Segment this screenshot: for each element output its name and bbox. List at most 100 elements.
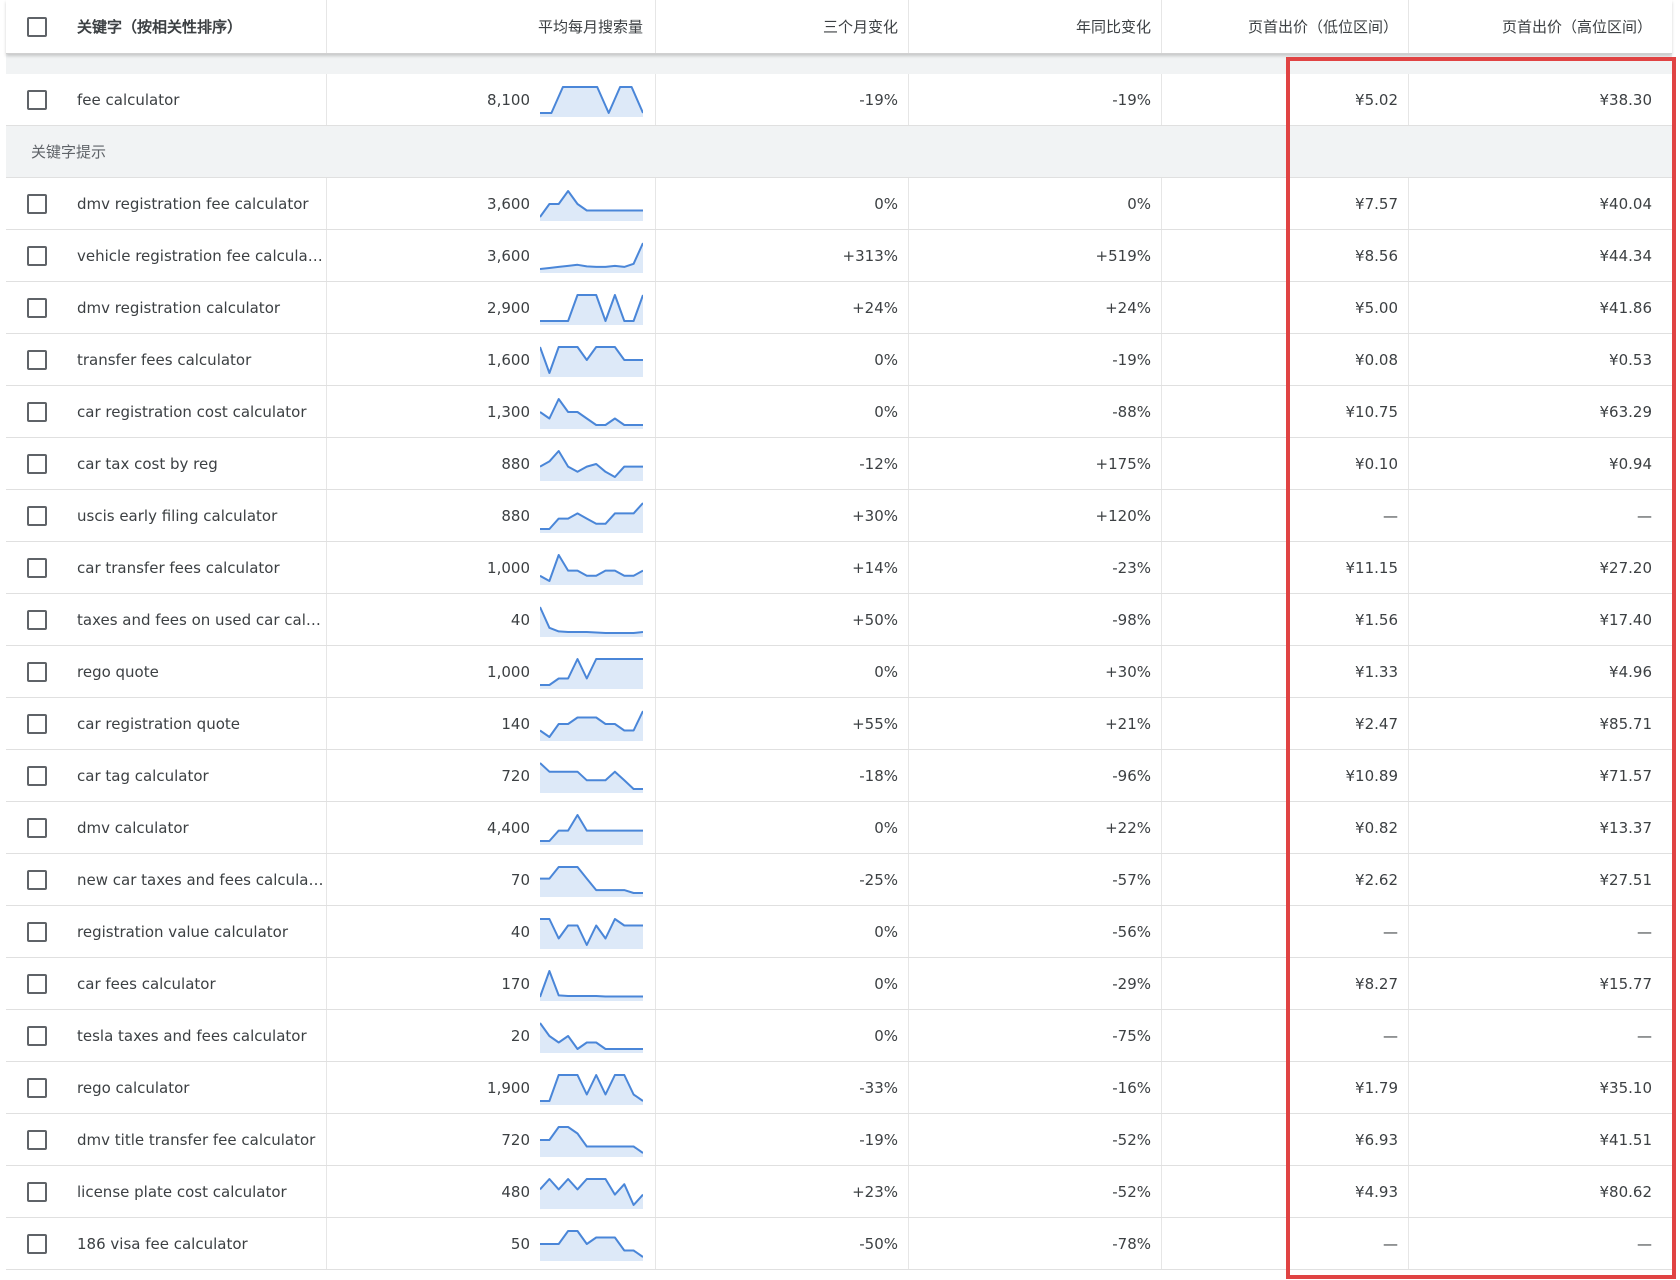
- keyword-text: vehicle registration fee calculator: [77, 247, 325, 265]
- table-row[interactable]: car transfer fees calculator 1,000 +14% -23…: [6, 542, 1672, 594]
- row-checkbox[interactable]: [27, 245, 47, 266]
- avg-monthly-value: 140: [501, 714, 530, 733]
- table-row[interactable]: fee calculator 8,100 -19% -19% ¥5.02 ¥38…: [6, 74, 1672, 126]
- row-checkbox[interactable]: [27, 89, 47, 110]
- avg-monthly-cell: 1,000: [326, 646, 656, 697]
- avg-monthly-cell: 1,600: [326, 334, 656, 385]
- sparkline-area: [540, 658, 643, 689]
- table-row[interactable]: dmv title transfer fee calculator 720 -19%…: [6, 1114, 1672, 1166]
- header-bid-low[interactable]: 页首出价（低位区间）: [1162, 0, 1409, 53]
- row-checkbox[interactable]: [27, 1129, 47, 1150]
- table-row[interactable]: rego quote 1,000 0% +30% ¥1.33 ¥4.96: [6, 646, 1672, 698]
- row-checkbox[interactable]: [27, 609, 47, 630]
- row-checkbox[interactable]: [27, 193, 47, 214]
- row-checkbox[interactable]: [27, 557, 47, 578]
- trend-sparkline: [540, 1073, 643, 1105]
- trend-sparkline: [540, 293, 643, 325]
- table-row[interactable]: car registration cost calculator 1,300 0% -…: [6, 386, 1672, 438]
- table-row[interactable]: tesla taxes and fees calculator 20 0% -75% —…: [6, 1010, 1672, 1062]
- avg-monthly-value: 40: [510, 922, 530, 941]
- row-checkbox-cell: [6, 178, 68, 229]
- avg-monthly-cell: 50: [326, 1218, 656, 1269]
- bid-low-value: ¥1.33: [1162, 646, 1409, 697]
- bid-low-value: ¥10.75: [1162, 386, 1409, 437]
- three-month-change: 0%: [656, 958, 909, 1009]
- avg-monthly-value: 170: [501, 974, 530, 993]
- avg-monthly-value: 1,900: [487, 1078, 530, 1097]
- keyword-text: rego quote: [77, 663, 159, 681]
- row-checkbox[interactable]: [27, 973, 47, 994]
- row-checkbox[interactable]: [27, 1181, 47, 1202]
- bid-high-value: ¥41.86: [1599, 298, 1653, 317]
- row-checkbox[interactable]: [27, 297, 47, 318]
- avg-monthly-value: 2,900: [487, 298, 530, 317]
- table-row[interactable]: taxes and fees on used car calc... 40 +50%…: [6, 594, 1672, 646]
- row-checkbox[interactable]: [27, 505, 47, 526]
- table-row[interactable]: car fees calculator 170 0% -29% ¥8.27 ¥15.77: [6, 958, 1672, 1010]
- trend-sparkline: [540, 710, 643, 741]
- keyword-text: car registration quote: [77, 715, 241, 733]
- yoy-change: +22%: [909, 802, 1162, 853]
- header-three-month-change[interactable]: 三个月变化: [656, 0, 909, 53]
- avg-monthly-value: 880: [501, 454, 530, 473]
- bid-high-value: ¥35.10: [1599, 1078, 1653, 1097]
- bid-high-value: ¥13.37: [1599, 818, 1653, 837]
- header-bid-high[interactable]: 页首出价（高位区间）: [1409, 0, 1672, 53]
- keyword-text: license plate cost calculator: [77, 1183, 287, 1201]
- table-row[interactable]: car registration quote 140 +55% +21% ¥2.47 ¥8…: [6, 698, 1672, 750]
- bid-high-value: ¥44.34: [1599, 246, 1653, 265]
- table-row[interactable]: transfer fees calculator 1,600 0% -19% ¥0.08…: [6, 334, 1672, 386]
- table-row[interactable]: rego calculator 1,900 -33% -16% ¥1.79 ¥35.10: [6, 1062, 1672, 1114]
- trend-sparkline: [540, 813, 643, 845]
- row-checkbox[interactable]: [27, 401, 47, 422]
- table-row[interactable]: registration value calculator 40 0% -56% — —: [6, 906, 1672, 958]
- row-checkbox-cell: [6, 1062, 68, 1113]
- table-row[interactable]: uscis early filing calculator 880 +30% +120…: [6, 490, 1672, 542]
- row-checkbox[interactable]: [27, 1025, 47, 1046]
- header-keyword[interactable]: 关键字（按相关性排序）: [77, 0, 325, 53]
- table-row[interactable]: vehicle registration fee calculator 3,600…: [6, 230, 1672, 282]
- row-checkbox[interactable]: [27, 765, 47, 786]
- avg-monthly-value: 50: [510, 1234, 530, 1253]
- yoy-change: -29%: [909, 958, 1162, 1009]
- bid-low-value: ¥4.93: [1162, 1166, 1409, 1217]
- table-row[interactable]: car tag calculator 720 -18% -96% ¥10.89 ¥71.5…: [6, 750, 1672, 802]
- row-checkbox[interactable]: [27, 1233, 47, 1254]
- bid-high-value: ¥40.04: [1599, 194, 1653, 213]
- row-checkbox[interactable]: [27, 869, 47, 890]
- row-checkbox[interactable]: [27, 349, 47, 370]
- row-checkbox[interactable]: [27, 817, 47, 838]
- select-all-checkbox[interactable]: [27, 16, 47, 37]
- row-checkbox[interactable]: [27, 661, 47, 682]
- table-row[interactable]: license plate cost calculator 480 +23% -52%…: [6, 1166, 1672, 1218]
- trend-sparkline: [540, 242, 643, 273]
- table-row[interactable]: new car taxes and fees calculator 70 -25% -…: [6, 854, 1672, 906]
- avg-monthly-value: 720: [501, 766, 530, 785]
- table-row[interactable]: dmv calculator 4,400 0% +22% ¥0.82 ¥13.37: [6, 802, 1672, 854]
- header-yoy-change[interactable]: 年同比变化: [909, 0, 1162, 53]
- row-checkbox[interactable]: [27, 713, 47, 734]
- avg-monthly-cell: 3,600: [326, 178, 656, 229]
- bid-low-value: ¥0.08: [1162, 334, 1409, 385]
- bid-high-value: ¥4.96: [1609, 662, 1652, 681]
- yoy-change: -52%: [909, 1166, 1162, 1217]
- avg-monthly-cell: 1,000: [326, 542, 656, 593]
- bid-low-value: —: [1162, 906, 1409, 957]
- keyword-text: dmv registration fee calculator: [77, 195, 309, 213]
- table-row[interactable]: car tax cost by reg 880 -12% +175% ¥0.10 ¥0.9…: [6, 438, 1672, 490]
- row-checkbox[interactable]: [27, 921, 47, 942]
- yoy-change: -19%: [909, 334, 1162, 385]
- row-checkbox[interactable]: [27, 1077, 47, 1098]
- table-row[interactable]: 186 visa fee calculator 50 -50% -78% — —: [6, 1218, 1672, 1270]
- avg-monthly-value: 1,300: [487, 402, 530, 421]
- table-row[interactable]: dmv registration calculator 2,900 +24% +24%…: [6, 282, 1672, 334]
- avg-monthly-cell: 40: [326, 906, 656, 957]
- trend-sparkline: [540, 1229, 643, 1261]
- row-checkbox[interactable]: [27, 453, 47, 474]
- header-avg-monthly[interactable]: 平均每月搜索量: [326, 0, 656, 53]
- section-header: 关键字提示: [6, 126, 1672, 178]
- trend-sparkline: [540, 865, 643, 897]
- table-row[interactable]: dmv registration fee calculator 3,600 0% 0%…: [6, 178, 1672, 230]
- bid-low-value: —: [1162, 1010, 1409, 1061]
- keyword-text: car registration cost calculator: [77, 403, 307, 421]
